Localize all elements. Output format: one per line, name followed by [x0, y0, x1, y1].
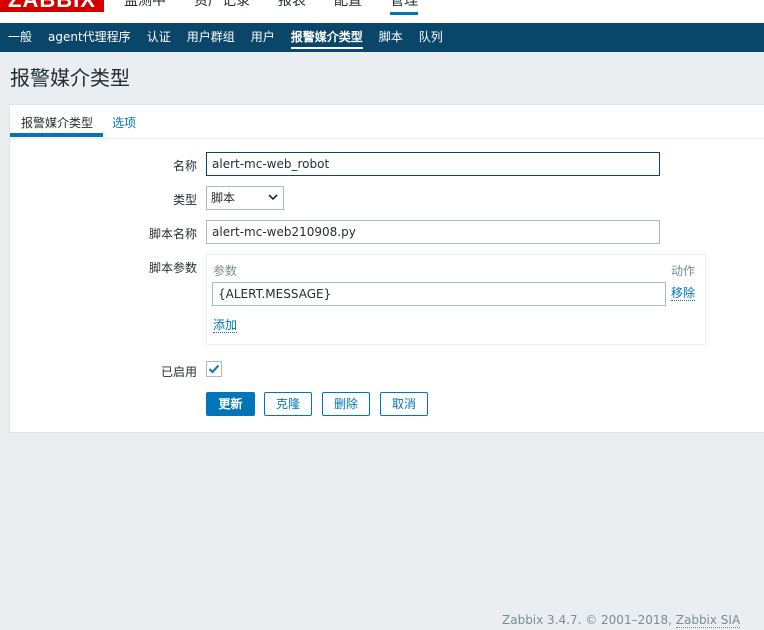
active-tab-indicator	[10, 133, 103, 137]
footer-copyright: Zabbix 3.4.7. © 2001–2018,	[502, 613, 676, 627]
clone-button[interactable]: 克隆	[264, 392, 312, 416]
type-select[interactable]: 脚本	[206, 186, 284, 210]
footer-company-link[interactable]: Zabbix SIA	[675, 613, 741, 628]
top-menu-inventory[interactable]: 资产记录	[194, 0, 250, 10]
zabbix-logo[interactable]: ZABBIX	[0, 0, 104, 12]
submenu-user-groups[interactable]: 用户群组	[179, 23, 243, 52]
tab-media-type[interactable]: 报警媒介类型	[21, 114, 93, 131]
tab-bar: 报警媒介类型 选项	[10, 105, 764, 139]
delete-button[interactable]: 删除	[322, 392, 370, 416]
top-menu: 监测中 资产记录 报表 配置 管理	[124, 0, 446, 15]
submenu-users[interactable]: 用户	[243, 23, 283, 52]
params-action-header: 动作	[671, 264, 696, 278]
top-menu-reports[interactable]: 报表	[278, 0, 306, 10]
submenu-proxies[interactable]: agent代理程序	[40, 23, 139, 52]
submenu-scripts[interactable]: 脚本	[371, 23, 411, 52]
media-type-form-panel: 报警媒介类型 选项 名称 alert-mc-web_robot 类型 脚本 脚本…	[9, 104, 764, 433]
script-params-table: 参数 动作 {ALERT.MESSAGE} 移除 添加	[206, 254, 706, 345]
script-params-label: 脚本参数	[148, 261, 197, 275]
param-input[interactable]: {ALERT.MESSAGE}	[212, 282, 666, 306]
type-label: 类型	[172, 193, 197, 207]
top-menu-monitoring[interactable]: 监测中	[124, 0, 166, 10]
footer: Zabbix 3.4.7. © 2001–2018, Zabbix SIA	[502, 613, 741, 628]
top-menu-configuration[interactable]: 配置	[334, 0, 362, 10]
page-title: 报警媒介类型	[10, 66, 130, 90]
sub-menu: 一般 agent代理程序 认证 用户群组 用户 报警媒介类型 脚本 队列	[0, 23, 764, 52]
tab-options[interactable]: 选项	[112, 114, 136, 131]
remove-param-link[interactable]: 移除	[671, 286, 696, 301]
add-param-link[interactable]: 添加	[213, 318, 238, 333]
script-name-label: 脚本名称	[148, 227, 197, 241]
top-menu-administration[interactable]: 管理	[390, 0, 418, 15]
submenu-queue[interactable]: 队列	[411, 23, 451, 52]
submenu-general[interactable]: 一般	[0, 23, 40, 52]
cancel-button[interactable]: 取消	[380, 392, 428, 416]
submenu-media-types[interactable]: 报警媒介类型	[283, 23, 371, 52]
top-bar: ZABBIX 监测中 资产记录 报表 配置 管理	[0, 0, 764, 23]
type-select-value: 脚本	[211, 191, 236, 205]
name-input[interactable]: alert-mc-web_robot	[206, 152, 660, 176]
submenu-authentication[interactable]: 认证	[139, 23, 179, 52]
enabled-checkbox[interactable]	[206, 361, 222, 377]
params-header: 参数	[213, 264, 238, 278]
name-label: 名称	[172, 159, 197, 173]
checkmark-icon	[208, 364, 220, 374]
enabled-label: 已启用	[160, 365, 197, 379]
update-button[interactable]: 更新	[206, 392, 255, 416]
chevron-down-icon	[268, 194, 278, 201]
script-name-input[interactable]: alert-mc-web210908.py	[206, 220, 660, 244]
